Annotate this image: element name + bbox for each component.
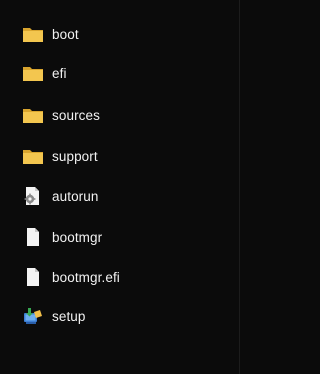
settings-file-icon [22, 186, 44, 206]
list-item-setup[interactable]: setup [22, 303, 86, 329]
list-item-bootmgr[interactable]: bootmgr [22, 224, 102, 250]
list-item-bootmgr-efi[interactable]: bootmgr.efi [22, 264, 120, 290]
list-item-boot[interactable]: boot [22, 21, 79, 47]
blank-file-icon [22, 267, 44, 287]
item-name: sources [52, 107, 100, 123]
folder-icon [22, 63, 44, 83]
item-name: setup [52, 308, 86, 324]
item-name: bootmgr.efi [52, 269, 120, 285]
folder-icon [22, 105, 44, 125]
list-item-sources[interactable]: sources [22, 102, 100, 128]
blank-file-icon [22, 227, 44, 247]
item-name: efi [52, 65, 67, 81]
item-name: support [52, 148, 98, 164]
folder-icon [22, 146, 44, 166]
list-item-autorun[interactable]: autorun [22, 183, 99, 209]
item-name: autorun [52, 188, 99, 204]
installer-icon [22, 306, 44, 326]
item-name: bootmgr [52, 229, 103, 245]
list-item-efi[interactable]: efi [22, 60, 67, 86]
folder-icon [22, 24, 44, 44]
item-name: boot [52, 26, 79, 42]
file-explorer-pane: boot efi sources support autorun bootmgr… [0, 0, 240, 374]
list-item-support[interactable]: support [22, 143, 98, 169]
